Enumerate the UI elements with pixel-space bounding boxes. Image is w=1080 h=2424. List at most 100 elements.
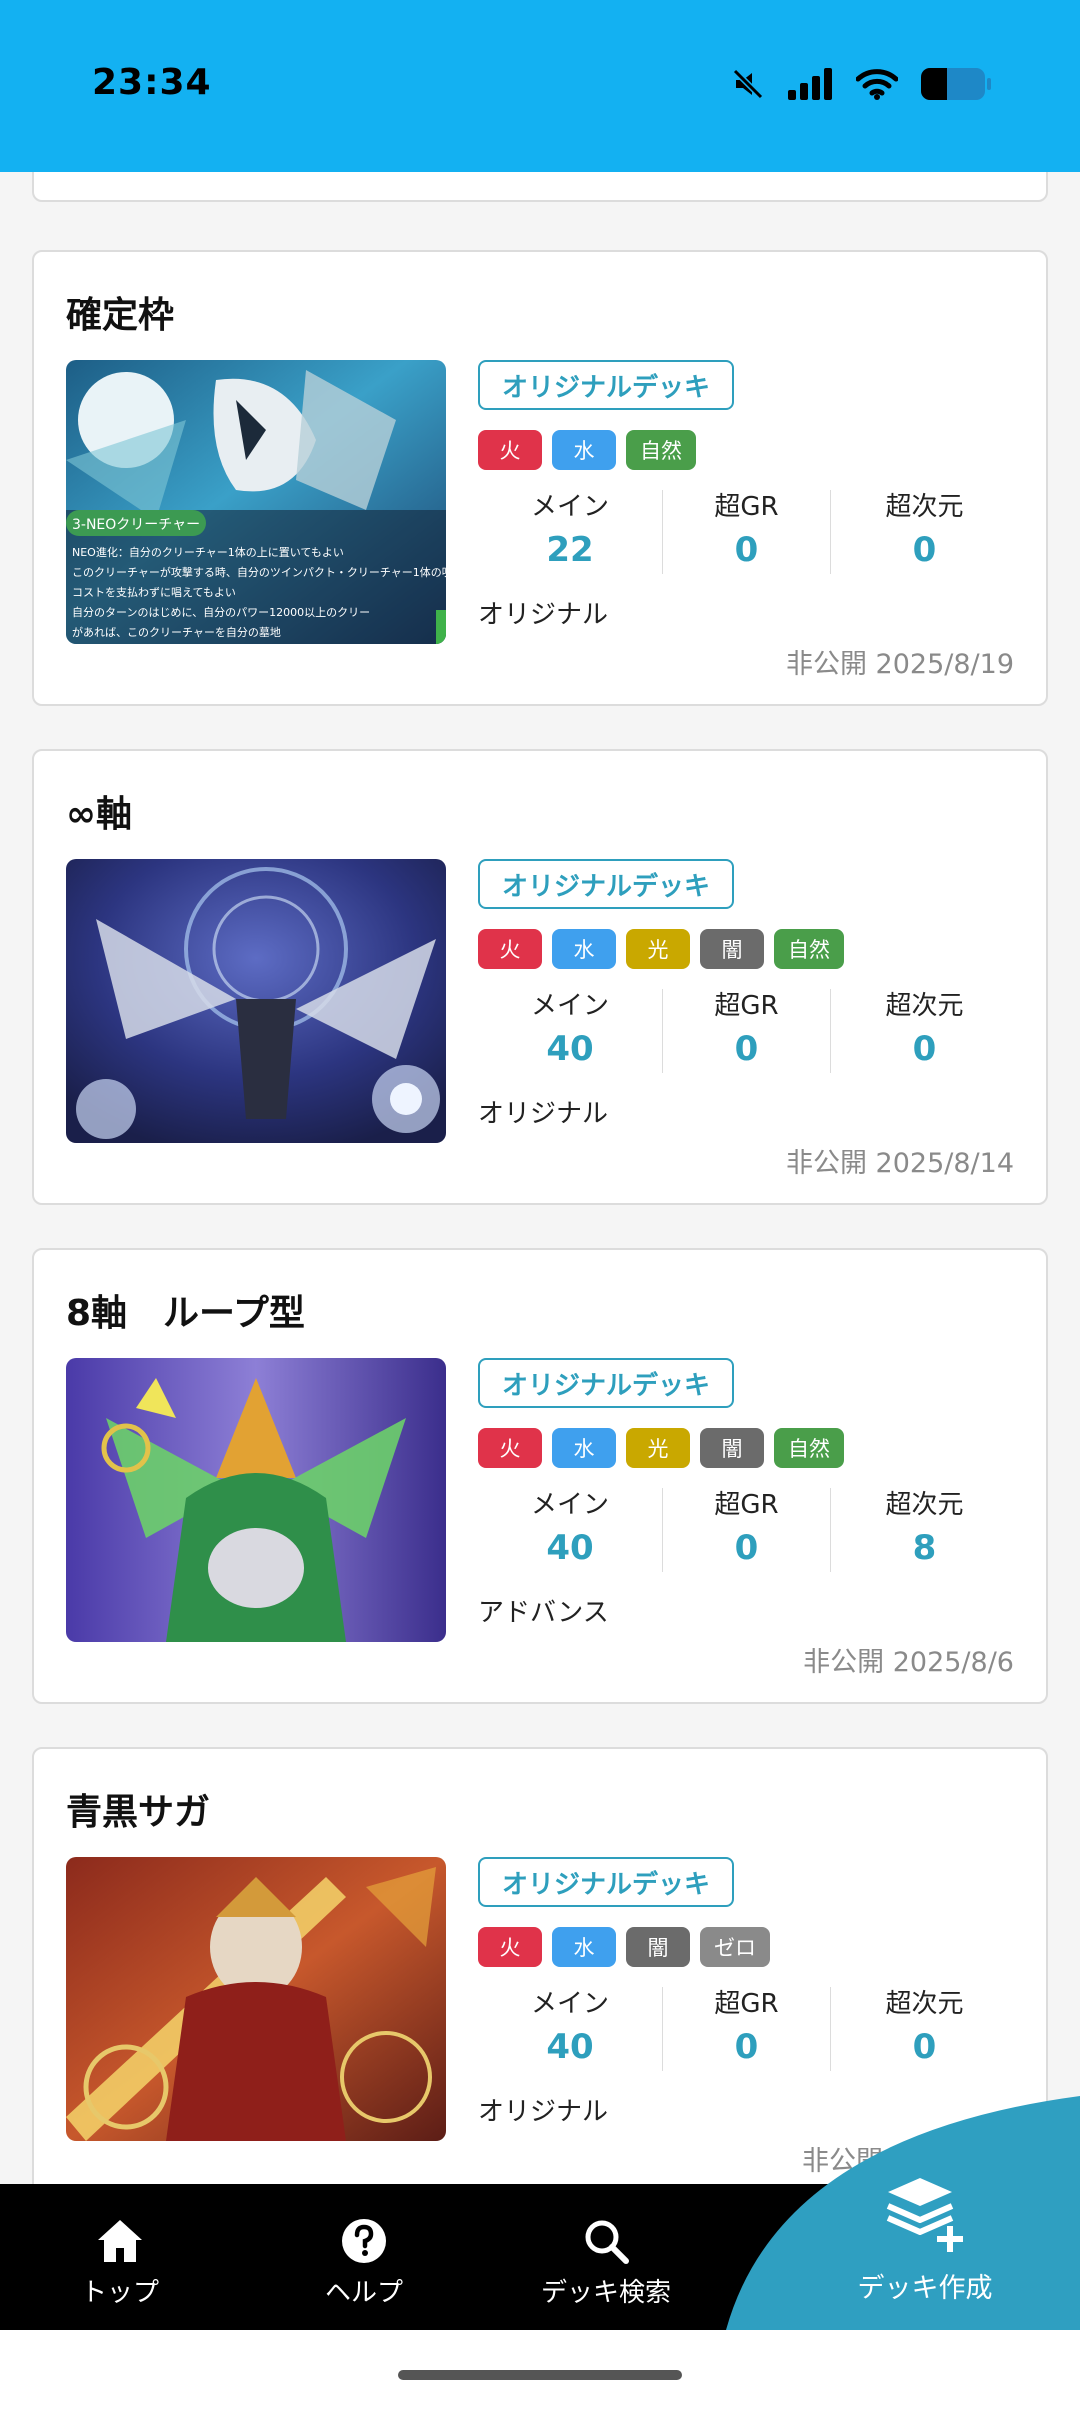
count-value: 40	[546, 1029, 594, 1069]
deck-card-image	[66, 1358, 446, 1642]
deck-type-badge: オリジナルデッキ	[478, 1857, 735, 1907]
count-gr: 超GR 0	[662, 1987, 830, 2071]
civ-tag-light: 光	[626, 1428, 690, 1468]
nav-label: デッキ検索	[540, 2278, 671, 2308]
count-gr: 超GR 0	[662, 989, 830, 1073]
count-value: 0	[734, 1029, 759, 1069]
deck-card-image	[66, 859, 446, 1143]
deck-title: 青黒サガ	[66, 1792, 211, 1833]
count-label: 超GR	[714, 492, 779, 522]
civ-tag-fire: 火	[478, 929, 542, 969]
card-art-text: コストを支払わずに唱えてもよい	[72, 585, 236, 599]
deck-card[interactable]: ∞軸 オリジナルデッキ 火 水 光 闇 自然 メイン 40 超GR 0 超次元 …	[32, 749, 1048, 1205]
home-indicator-area	[0, 2330, 1080, 2424]
civ-tag-nature: 自然	[626, 430, 696, 470]
status-time: 23:34	[92, 62, 212, 103]
deck-list[interactable]: 確定枠 3-NEOクリーチャー NEO進化：自分のクリーチャー1体の上に置いても…	[0, 172, 1080, 2184]
deck-format: アドバンス	[478, 1598, 609, 1628]
home-icon	[96, 2216, 144, 2266]
count-label: メイン	[530, 1490, 609, 1520]
deck-visibility-date: 非公開 2025/8/19	[785, 649, 1014, 680]
create-deck-label: デッキ作成	[857, 2273, 993, 2304]
count-label: 超GR	[714, 1989, 779, 2019]
card-art-text: このクリーチャーが攻撃する時、自分のツインパクト・クリーチャー1体の呪文面を	[72, 565, 446, 579]
nav-help[interactable]: ヘルプ	[264, 2184, 464, 2330]
search-icon	[583, 2216, 629, 2266]
civ-tag-water: 水	[552, 430, 616, 470]
nav-top[interactable]: トップ	[20, 2184, 220, 2330]
deck-card-image	[66, 1857, 446, 2141]
deck-card-partial[interactable]	[32, 172, 1048, 202]
card-counts: メイン 40 超GR 0 超次元 0	[478, 1987, 1018, 2071]
home-indicator[interactable]	[398, 2370, 682, 2380]
count-label: 超次元	[885, 1989, 964, 2019]
deck-card[interactable]: 確定枠 3-NEOクリーチャー NEO進化：自分のクリーチャー1体の上に置いても…	[32, 250, 1048, 706]
count-main: メイン 40	[478, 1488, 662, 1572]
count-value: 40	[546, 1528, 594, 1568]
civ-tag-darkness: 闇	[700, 1428, 764, 1468]
nav-deck-search[interactable]: デッキ検索	[506, 2184, 706, 2330]
wifi-icon	[855, 68, 899, 104]
card-counts: メイン 22 超GR 0 超次元 0	[478, 490, 1018, 574]
civ-tag-nature: 自然	[774, 1428, 844, 1468]
count-label: メイン	[530, 991, 609, 1021]
deck-format: オリジナル	[478, 600, 609, 630]
count-value: 0	[734, 1528, 759, 1568]
battery-icon	[920, 66, 992, 106]
create-deck-button[interactable]: デッキ作成	[720, 2096, 1080, 2330]
status-bar: 23:34	[0, 0, 1080, 172]
count-hyperspatial: 超次元 8	[830, 1488, 1018, 1572]
civ-tag-water: 水	[552, 1428, 616, 1468]
count-label: 超GR	[714, 991, 779, 1021]
count-main: メイン 22	[478, 490, 662, 574]
deck-add-icon	[880, 2174, 976, 2258]
count-label: 超次元	[885, 991, 964, 1021]
civ-tag-nature: 自然	[774, 929, 844, 969]
deck-format: オリジナル	[478, 2097, 609, 2127]
deck-type-badge: オリジナルデッキ	[478, 1358, 735, 1408]
deck-title: 確定枠	[66, 295, 175, 336]
count-gr: 超GR 0	[662, 1488, 830, 1572]
deck-visibility-date: 非公開 2025/8/14	[785, 1148, 1014, 1179]
civ-tag-water: 水	[552, 1927, 616, 1967]
count-main: メイン 40	[478, 1987, 662, 2071]
civilization-tags: 火 水 光 闇 自然	[478, 929, 844, 969]
signal-icon	[788, 68, 834, 104]
count-label: 超次元	[885, 492, 964, 522]
count-hyperspatial: 超次元 0	[830, 1987, 1018, 2071]
card-counts: メイン 40 超GR 0 超次元 0	[478, 989, 1018, 1073]
civ-tag-light: 光	[626, 929, 690, 969]
count-label: 超次元	[885, 1490, 964, 1520]
count-value: 8	[912, 1528, 937, 1568]
card-art-text: があれば、このクリーチャーを自分の墓地	[72, 625, 281, 639]
civ-tag-darkness: 闇	[626, 1927, 690, 1967]
count-value: 0	[734, 530, 759, 570]
deck-visibility-date: 非公開 2025/8/6	[803, 1647, 1014, 1678]
count-value: 40	[546, 2027, 594, 2067]
count-value: 22	[546, 530, 594, 570]
deck-title: ∞軸	[66, 794, 132, 835]
count-hyperspatial: 超次元 0	[830, 989, 1018, 1073]
civ-tag-fire: 火	[478, 430, 542, 470]
count-label: メイン	[530, 1989, 609, 2019]
deck-card-image: 3-NEOクリーチャー NEO進化：自分のクリーチャー1体の上に置いてもよい こ…	[66, 360, 446, 644]
count-value: 0	[912, 530, 937, 570]
card-art-text: 自分のターンのはじめに、自分のパワー12000以上のクリー	[72, 606, 370, 619]
civilization-tags: 火 水 闇 ゼロ	[478, 1927, 770, 1967]
nav-label: ヘルプ	[324, 2278, 403, 2308]
civilization-tags: 火 水 光 闇 自然	[478, 1428, 844, 1468]
count-value: 0	[912, 1029, 937, 1069]
civilization-tags: 火 水 自然	[478, 430, 696, 470]
civ-tag-water: 水	[552, 929, 616, 969]
card-counts: メイン 40 超GR 0 超次元 8	[478, 1488, 1018, 1572]
deck-type-badge: オリジナルデッキ	[478, 859, 735, 909]
count-gr: 超GR 0	[662, 490, 830, 574]
count-main: メイン 40	[478, 989, 662, 1073]
deck-title: 8軸 ループ型	[66, 1293, 305, 1334]
civ-tag-fire: 火	[478, 1927, 542, 1967]
civ-tag-zero: ゼロ	[700, 1927, 770, 1967]
civ-tag-darkness: 闇	[700, 929, 764, 969]
nav-label: トップ	[80, 2278, 159, 2308]
count-label: 超GR	[714, 1490, 779, 1520]
deck-card[interactable]: 8軸 ループ型 オリジナルデッキ 火 水 光 闇 自然 メイン 40 超GR 0…	[32, 1248, 1048, 1704]
